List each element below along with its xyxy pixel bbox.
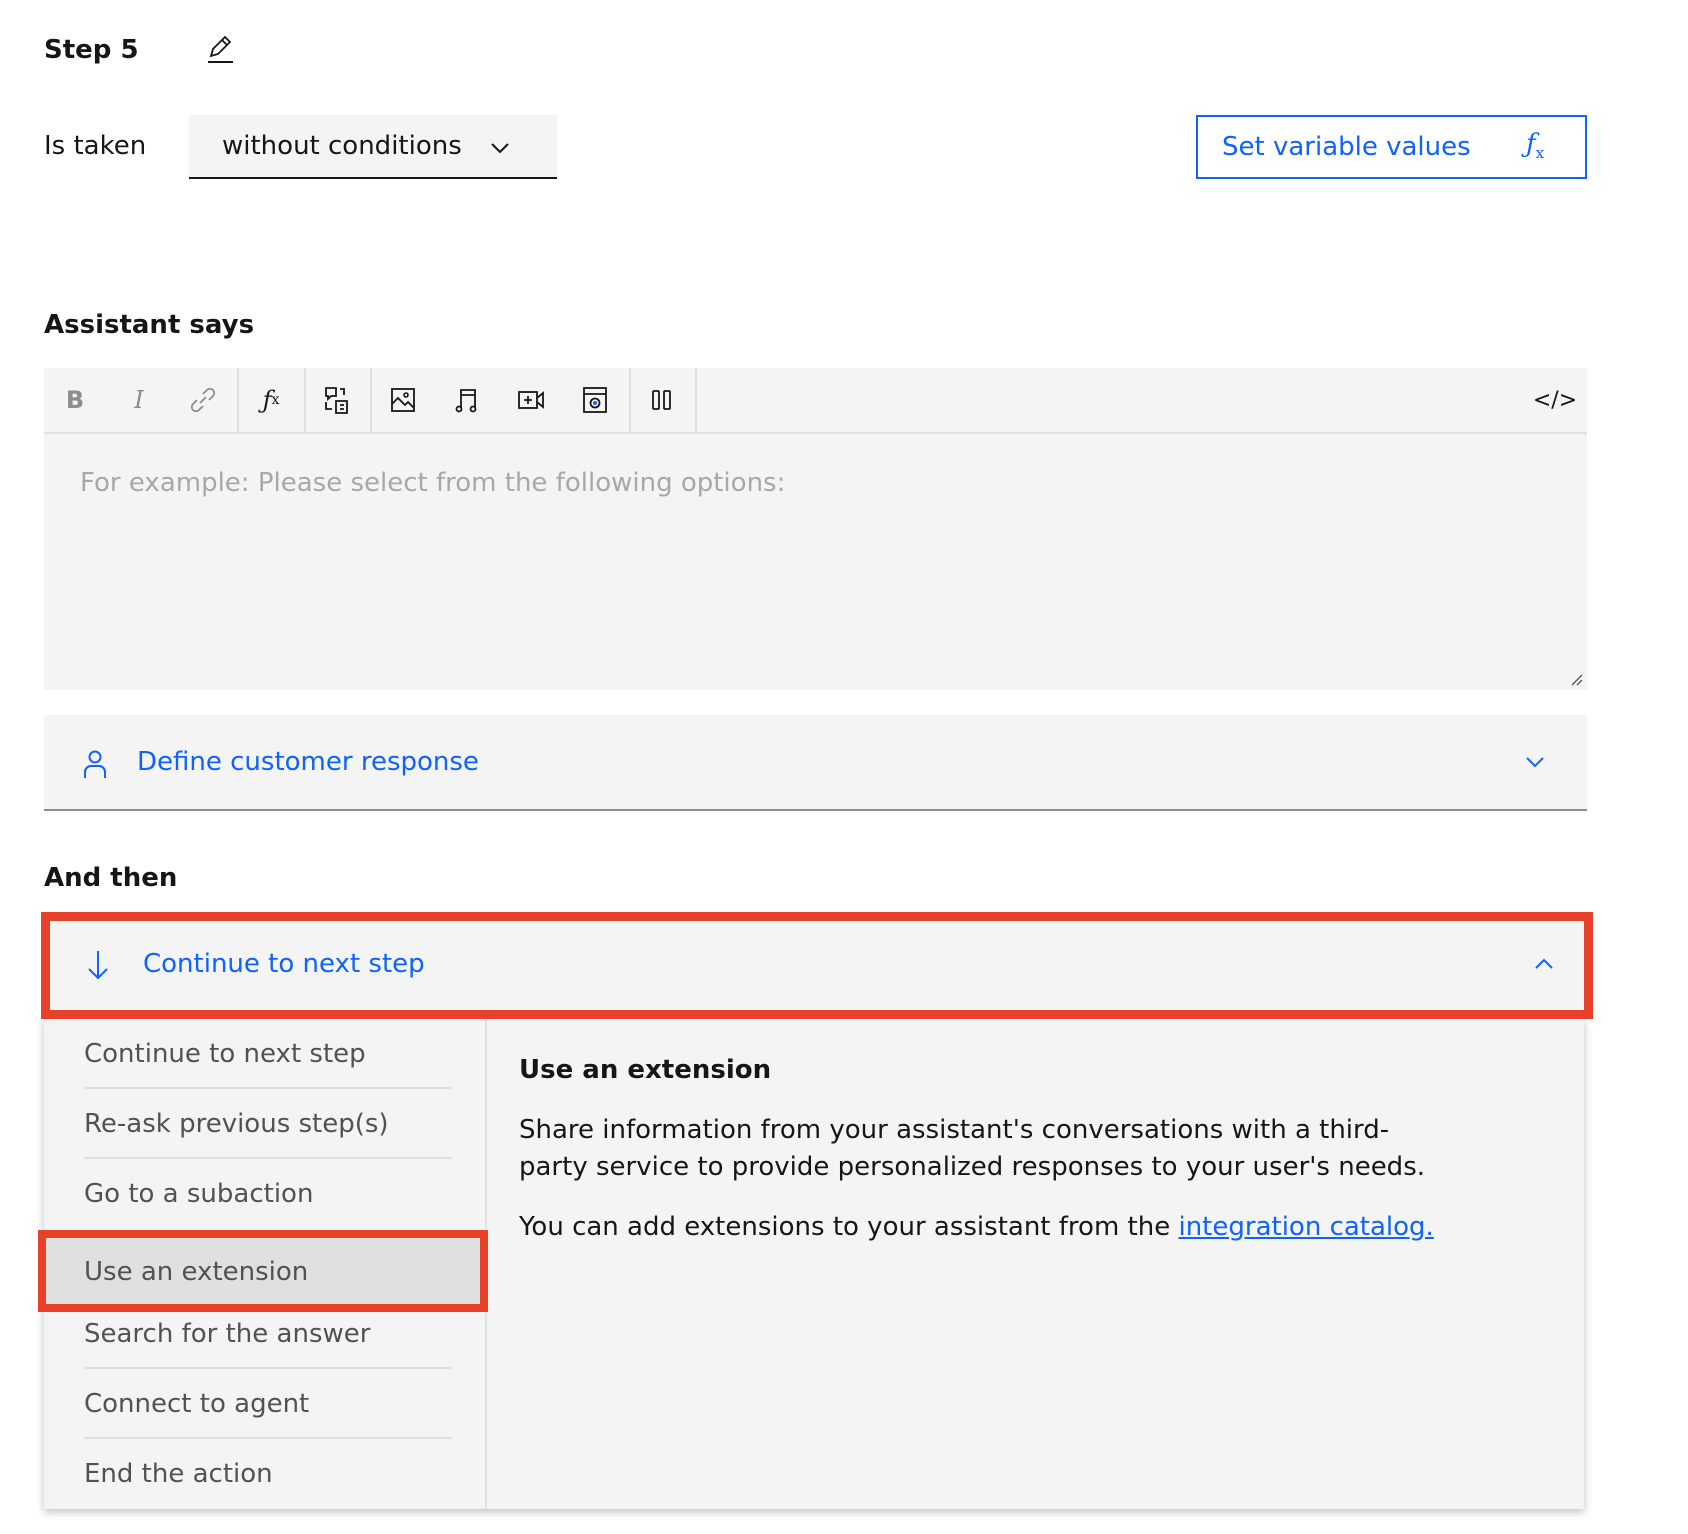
integration-catalog-link[interactable]: integration catalog. [1178,1212,1433,1242]
option-icon[interactable] [306,368,368,432]
and-then-dropdown[interactable]: Continue to next step [41,912,1593,1019]
set-variable-values-label: Set variable values [1222,132,1471,162]
assistant-message-input[interactable]: For example: Please select from the foll… [44,434,1587,690]
function-icon: ƒx [1526,129,1545,163]
arrow-down-icon [86,949,110,981]
message-placeholder: For example: Please select from the foll… [80,468,786,498]
menu-item[interactable]: Go to a subaction [84,1159,452,1229]
chevron-down-icon [489,137,511,159]
rich-text-toolbar: B I ƒx </> [44,368,1587,434]
code-icon[interactable]: </> [1524,368,1586,432]
image-icon[interactable] [372,368,434,432]
chevron-down-icon [1524,751,1546,773]
italic-icon[interactable]: I [108,368,170,432]
menu-item[interactable]: Connect to agent [84,1369,452,1439]
condition-value: without conditions [222,131,462,161]
menu-item[interactable]: Re-ask previous step(s) [84,1089,452,1159]
and-then-selected: Continue to next step [143,949,425,979]
bold-icon[interactable]: B [44,368,106,432]
step-title: Step 5 [44,35,139,65]
video-icon[interactable] [500,368,562,432]
resize-handle-icon[interactable] [1569,672,1583,686]
detail-title: Use an extension [519,1055,772,1085]
define-customer-response-accordion[interactable]: Define customer response [44,715,1587,811]
link-icon[interactable] [172,368,234,432]
detail-line-1: Share information from your assistant's … [519,1115,1390,1145]
detail-line-3-text: You can add extensions to your assistant… [519,1212,1179,1242]
menu-item[interactable]: Search for the answer [84,1299,452,1369]
menu-item[interactable]: End the action [84,1439,452,1509]
assistant-says-title: Assistant says [44,310,255,340]
set-variable-values-button[interactable]: Set variable values ƒx [1196,115,1587,179]
menu-item[interactable]: Continue to next step [84,1019,452,1089]
columns-icon[interactable] [631,368,693,432]
pencil-icon[interactable] [205,34,235,64]
menu-item[interactable]: Use an extension [84,1237,452,1307]
user-icon [82,749,108,779]
and-then-title: And then [44,863,178,893]
function-icon[interactable]: ƒx [240,368,302,432]
define-customer-response-label: Define customer response [137,747,479,777]
is-taken-label: Is taken [44,131,147,161]
chevron-up-icon [1533,953,1555,975]
iframe-icon[interactable] [564,368,626,432]
condition-dropdown[interactable]: without conditions [189,115,557,179]
detail-line-2: party service to provide personalized re… [519,1152,1426,1182]
audio-icon[interactable] [436,368,498,432]
detail-line-3: You can add extensions to your assistant… [519,1212,1434,1242]
